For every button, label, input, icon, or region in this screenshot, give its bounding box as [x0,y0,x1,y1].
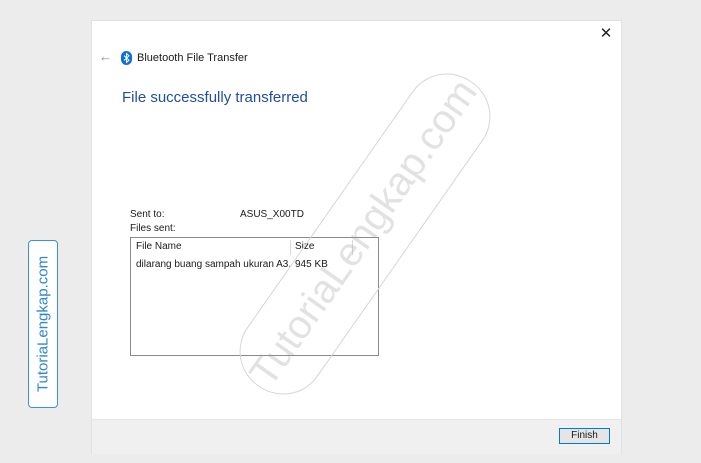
diagonal-watermark-outline [223,56,507,412]
back-arrow-icon[interactable]: ← [99,49,113,65]
file-size-cell: 945 KB [295,259,328,270]
sent-to-label: Sent to: [130,209,165,220]
bluetooth-transfer-dialog: ✕ ← Bluetooth File Transfer File success… [92,21,621,454]
close-icon[interactable]: ✕ [595,23,617,45]
files-sent-list[interactable]: File Name Size dilarang buang sampah uku… [130,237,379,356]
app-title: Bluetooth File Transfer [137,52,248,64]
file-name-cell[interactable]: dilarang buang sampah ukuran A3... [131,259,291,270]
column-divider[interactable] [352,240,353,255]
bluetooth-icon [121,51,132,65]
finish-button[interactable]: Finish [559,428,610,444]
column-header-size[interactable]: Size [290,238,352,256]
dialog-footer: Finish [92,419,621,454]
column-header-file-name[interactable]: File Name [131,238,291,256]
page-title: File successfully transferred [122,89,308,106]
files-sent-label: Files sent: [130,223,176,234]
side-watermark: TutoriaLengkap.com [28,240,58,408]
side-watermark-text: TutoriaLengkap.com [34,255,52,393]
sent-to-value: ASUS_X00TD [240,209,304,220]
